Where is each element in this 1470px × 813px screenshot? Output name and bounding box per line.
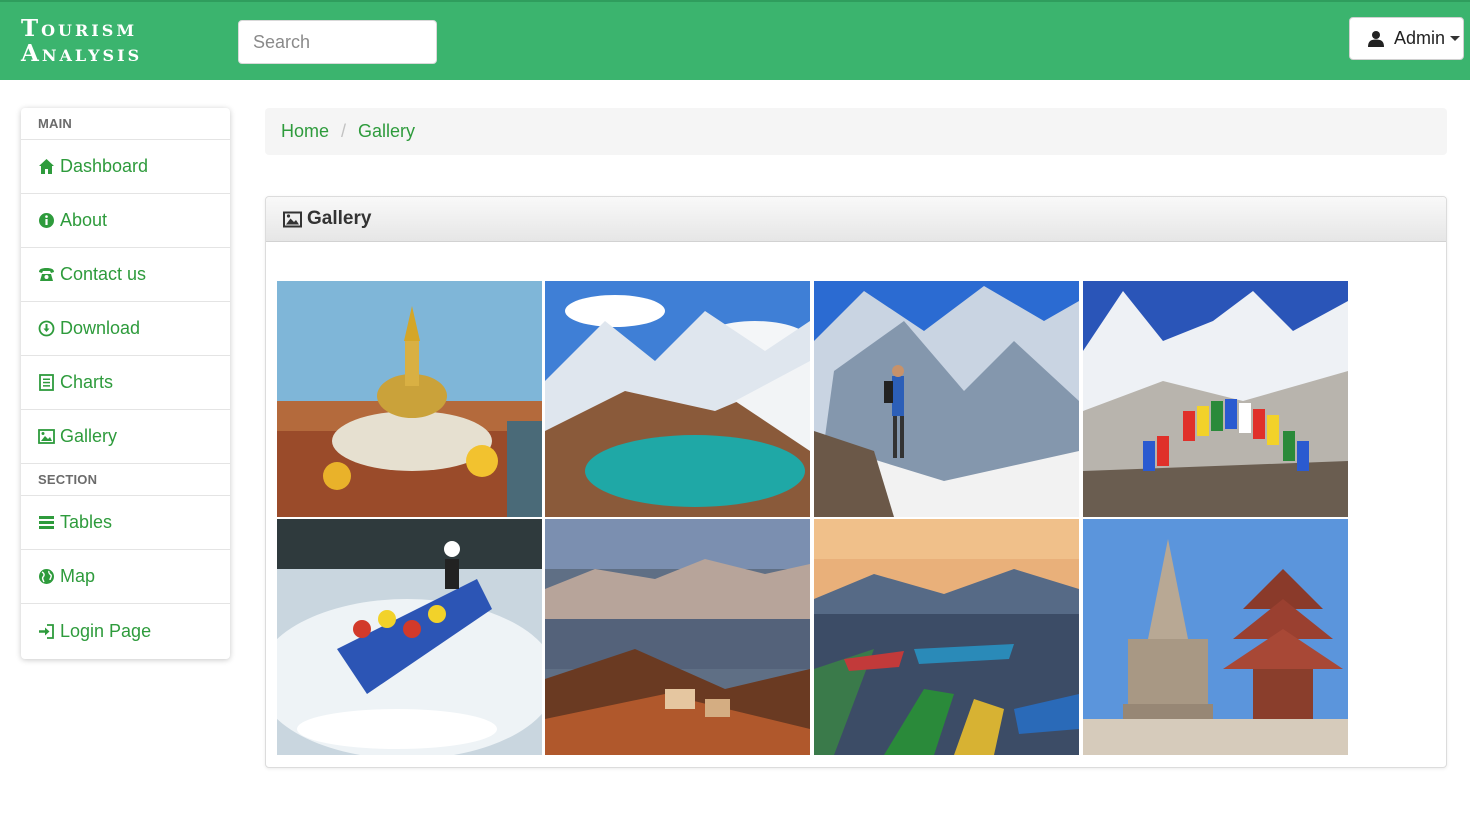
sidebar: MAIN Dashboard About Contact us Download…	[21, 108, 230, 659]
globe-icon	[39, 569, 54, 584]
sidebar-item-login[interactable]: Login Page	[21, 604, 230, 658]
sidebar-item-label: Map	[60, 566, 96, 586]
phone-icon	[39, 268, 54, 281]
sidebar-section-main: MAIN	[21, 108, 230, 140]
table-icon	[39, 516, 54, 529]
brand-logo[interactable]: Tourism Analysis	[21, 16, 142, 66]
breadcrumb-gallery-link[interactable]: Gallery	[358, 121, 415, 142]
breadcrumb-separator: /	[341, 121, 347, 141]
sidebar-item-contact[interactable]: Contact us	[21, 248, 230, 302]
sidebar-item-dashboard[interactable]: Dashboard	[21, 140, 230, 194]
sidebar-item-gallery[interactable]: Gallery	[21, 410, 230, 464]
sidebar-item-charts[interactable]: Charts	[21, 356, 230, 410]
search-input[interactable]	[238, 20, 437, 64]
sidebar-item-label: About	[60, 210, 108, 230]
breadcrumb: Home / Gallery	[265, 108, 1447, 155]
gallery-image-rafting[interactable]	[277, 519, 542, 755]
top-navbar: Tourism Analysis Admin	[0, 0, 1470, 80]
gallery-image-lake[interactable]	[545, 281, 810, 517]
gallery-image-hill-town[interactable]	[545, 519, 810, 755]
sidebar-item-label: Charts	[60, 372, 114, 392]
sidebar-item-label: Dashboard	[60, 156, 149, 176]
picture-icon	[38, 429, 55, 444]
sidebar-section-section: SECTION	[21, 464, 230, 496]
sidebar-item-about[interactable]: About	[21, 194, 230, 248]
admin-label: Admin	[1394, 28, 1446, 48]
brand-line-2: Analysis	[21, 40, 143, 67]
gallery-image-prayer-flags[interactable]	[1083, 281, 1348, 517]
gallery-image-stupa[interactable]	[277, 281, 542, 517]
gallery-image-boats[interactable]	[814, 519, 1079, 755]
sidebar-item-label: Contact us	[60, 264, 147, 284]
download-icon	[38, 320, 55, 337]
admin-dropdown-button[interactable]: Admin	[1349, 17, 1464, 60]
gallery-image-temple[interactable]	[1083, 519, 1348, 755]
picture-icon	[283, 211, 302, 227]
info-icon	[39, 213, 54, 228]
list-doc-icon	[39, 374, 54, 391]
caret-down-icon	[1450, 36, 1461, 41]
sidebar-item-download[interactable]: Download	[21, 302, 230, 356]
gallery-image-hiker[interactable]	[814, 281, 1079, 517]
sidebar-item-label: Download	[60, 318, 141, 338]
sidebar-item-map[interactable]: Map	[21, 550, 230, 604]
login-icon	[39, 623, 54, 639]
gallery-panel: Gallery	[265, 196, 1447, 768]
gallery-grid	[277, 281, 1351, 755]
sidebar-item-label: Tables	[60, 512, 113, 532]
sidebar-item-tables[interactable]: Tables	[21, 496, 230, 550]
home-icon	[39, 159, 54, 174]
breadcrumb-home-link[interactable]: Home	[281, 121, 329, 142]
panel-title: Gallery	[307, 208, 372, 229]
sidebar-item-label: Login Page	[60, 620, 152, 641]
user-icon	[1368, 30, 1384, 47]
brand-line-1: Tourism	[21, 15, 138, 42]
panel-header: Gallery	[266, 197, 1446, 242]
sidebar-item-label: Gallery	[60, 426, 118, 446]
